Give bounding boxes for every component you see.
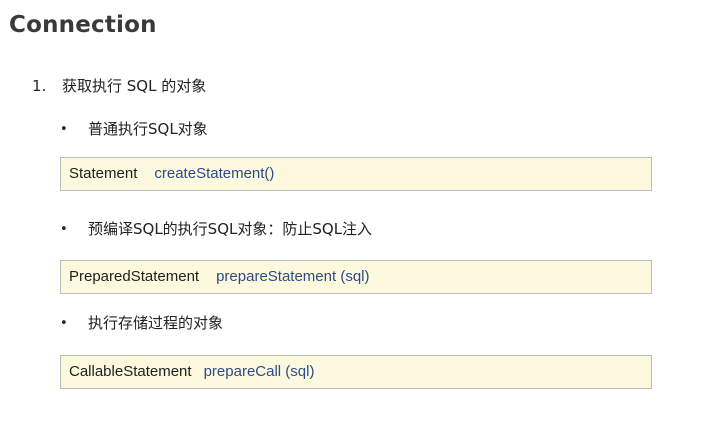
bullet-callable-statement: • 执行存储过程的对象 bbox=[60, 312, 223, 333]
bullet-text: 执行存储过程的对象 bbox=[88, 314, 224, 332]
code-type: Statement bbox=[69, 165, 138, 182]
code-method: prepareCall (sql) bbox=[203, 363, 315, 380]
code-type: CallableStatement bbox=[69, 363, 192, 380]
bullet-dot-icon: • bbox=[60, 222, 68, 237]
code-box-statement: Statement createStatement() bbox=[60, 157, 652, 191]
page-title: Connection bbox=[9, 12, 157, 38]
code-type: PreparedStatement bbox=[69, 268, 200, 285]
bullet-text: 预编译SQL的执行SQL对象：防止SQL注入 bbox=[88, 220, 373, 238]
code-box-callable-statement: CallableStatement prepareCall (sql) bbox=[60, 355, 652, 389]
item-number: 1. bbox=[32, 77, 47, 95]
bullet-text: 普通执行SQL对象 bbox=[88, 120, 208, 138]
bullet-statement: • 普通执行SQL对象 bbox=[60, 118, 208, 139]
bullet-prepared-statement: • 预编译SQL的执行SQL对象：防止SQL注入 bbox=[60, 218, 372, 239]
code-method: createStatement() bbox=[154, 165, 275, 182]
bullet-dot-icon: • bbox=[60, 122, 68, 137]
bullet-dot-icon: • bbox=[60, 316, 68, 331]
code-method: prepareStatement (sql) bbox=[216, 268, 370, 285]
code-box-prepared-statement: PreparedStatement prepareStatement (sql) bbox=[60, 260, 652, 294]
numbered-item-1: 1. 获取执行 SQL 的对象 bbox=[32, 75, 206, 96]
item-text: 获取执行 SQL 的对象 bbox=[62, 77, 207, 95]
